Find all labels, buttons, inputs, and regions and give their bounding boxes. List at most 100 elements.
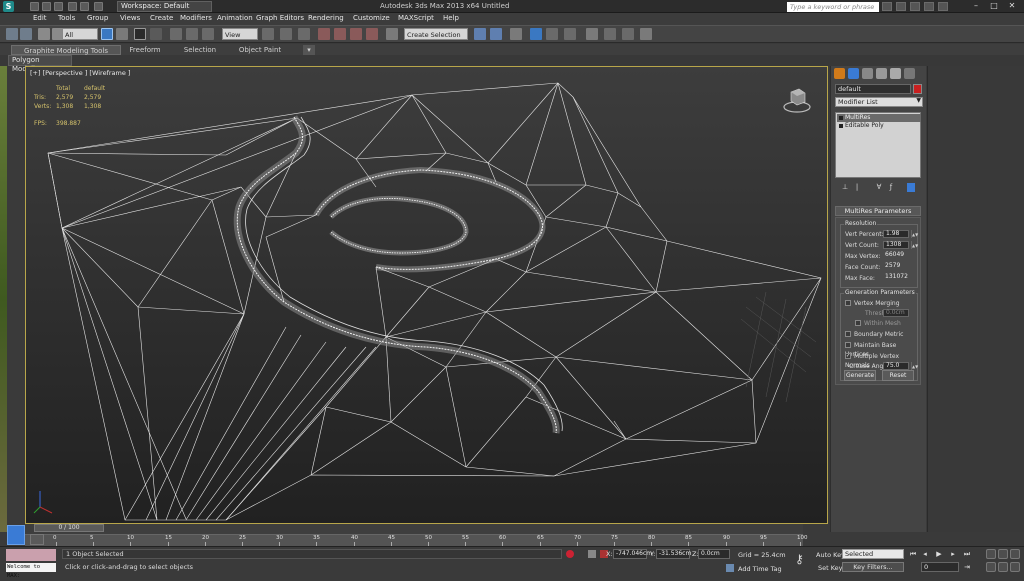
vert-count-spinner[interactable]: 1308 bbox=[883, 241, 909, 249]
spinner-arrows-icon[interactable]: ▲▼ bbox=[911, 362, 918, 370]
modifier-list-dropdown[interactable]: Modifier List ▼ bbox=[835, 97, 923, 107]
select-manipulate-icon[interactable] bbox=[280, 28, 292, 40]
redo-toolbar-icon[interactable] bbox=[20, 28, 32, 40]
render-setup-icon[interactable] bbox=[604, 28, 616, 40]
communication-icon[interactable] bbox=[910, 2, 920, 11]
key-icon[interactable]: ⚷ bbox=[795, 552, 811, 568]
lightbulb-icon[interactable] bbox=[839, 116, 843, 120]
named-selection-dropdown[interactable]: Create Selection Se bbox=[404, 28, 468, 51]
boundary-metric-row[interactable]: Boundary Metric bbox=[845, 330, 919, 339]
ribbon-options-icon[interactable]: ▾ bbox=[303, 45, 315, 55]
tab-object-paint[interactable]: Object Paint bbox=[235, 45, 285, 55]
link-icon[interactable] bbox=[38, 28, 50, 40]
perspective-viewport[interactable]: [+] [Perspective ] [Wireframe ] Total de… bbox=[25, 66, 828, 524]
stack-item-multires[interactable]: MultiRes bbox=[837, 114, 921, 122]
key-mode-toggle-icon[interactable]: ⇥ bbox=[962, 562, 972, 572]
select-move-icon[interactable] bbox=[170, 28, 182, 40]
menu-help[interactable]: Help bbox=[443, 14, 459, 22]
maintain-base-checkbox[interactable] bbox=[845, 342, 851, 348]
close-icon[interactable]: ✕ bbox=[1005, 0, 1019, 11]
reset-button[interactable]: Reset bbox=[882, 370, 914, 381]
isolate-selection-icon[interactable] bbox=[588, 550, 596, 558]
display-tab-icon[interactable] bbox=[890, 68, 901, 79]
configure-sets-icon[interactable] bbox=[907, 183, 915, 192]
maxscript-welcome[interactable]: Welcome to MAX: bbox=[6, 563, 56, 579]
binoculars-icon[interactable] bbox=[882, 2, 892, 11]
curve-editor-icon[interactable] bbox=[546, 28, 558, 40]
time-slider[interactable] bbox=[25, 524, 803, 534]
menu-group[interactable]: Group bbox=[87, 14, 108, 22]
object-color-swatch[interactable] bbox=[913, 84, 922, 94]
snaps-toggle-icon[interactable] bbox=[318, 28, 330, 40]
utilities-tab-icon[interactable] bbox=[904, 68, 915, 79]
subscription-icon[interactable] bbox=[896, 2, 906, 11]
spinner-arrows-icon[interactable]: ▲▼ bbox=[911, 230, 918, 238]
spinner-snap-icon[interactable] bbox=[366, 28, 378, 40]
rectangular-selection-icon[interactable] bbox=[134, 28, 146, 40]
object-name-field[interactable]: default bbox=[835, 84, 911, 94]
menu-modifiers[interactable]: Modifiers bbox=[180, 14, 212, 22]
menu-edit[interactable]: Edit bbox=[33, 14, 47, 22]
maximize-viewport-icon[interactable] bbox=[1010, 562, 1020, 572]
current-frame-field[interactable]: 0 bbox=[921, 562, 959, 572]
add-time-tag[interactable]: Add Time Tag bbox=[738, 565, 782, 573]
maintain-base-row[interactable]: Maintain Base Vertices bbox=[845, 341, 919, 358]
pin-stack-icon[interactable]: ⊥ bbox=[841, 183, 849, 192]
threshold-spinner[interactable]: 0.0cm bbox=[883, 309, 909, 317]
keyboard-shortcut-icon[interactable] bbox=[298, 28, 310, 40]
menu-customize[interactable]: Customize bbox=[353, 14, 390, 22]
zoom-all-icon[interactable] bbox=[998, 549, 1008, 559]
viewport-label[interactable]: [+] [Perspective ] [Wireframe ] bbox=[30, 69, 130, 77]
x-coordinate-field[interactable]: -747.046cm bbox=[613, 549, 652, 559]
create-tab-icon[interactable] bbox=[834, 68, 845, 79]
menu-create[interactable]: Create bbox=[150, 14, 173, 22]
motion-tab-icon[interactable] bbox=[876, 68, 887, 79]
polygon-modeling-panel[interactable]: Polygon Modeling bbox=[8, 55, 72, 73]
undo-icon[interactable] bbox=[68, 2, 77, 11]
make-unique-icon[interactable]: ∀ bbox=[875, 183, 883, 192]
align-icon[interactable] bbox=[490, 28, 502, 40]
expand-icon[interactable] bbox=[839, 124, 843, 128]
boundary-metric-checkbox[interactable] bbox=[845, 331, 851, 337]
key-filters-button[interactable]: Key Filters... bbox=[842, 562, 904, 572]
selection-filter-dropdown[interactable]: All bbox=[62, 28, 98, 40]
menu-views[interactable]: Views bbox=[120, 14, 140, 22]
select-by-name-icon[interactable] bbox=[116, 28, 128, 40]
menu-animation[interactable]: Animation bbox=[217, 14, 253, 22]
lock-selection-icon[interactable] bbox=[566, 550, 574, 558]
material-editor-icon[interactable] bbox=[586, 28, 598, 40]
rollout-header[interactable]: MultiRes Parameters bbox=[835, 206, 921, 216]
set-key-button[interactable]: Set Key bbox=[818, 564, 843, 572]
trackbar-key-icon[interactable] bbox=[30, 534, 44, 545]
menu-tools[interactable]: Tools bbox=[58, 14, 75, 22]
menu-rendering[interactable]: Rendering bbox=[308, 14, 344, 22]
mini-curve-editor-icon[interactable] bbox=[7, 525, 25, 545]
previous-frame-icon[interactable]: ◂ bbox=[920, 549, 930, 559]
reference-coord-dropdown[interactable]: View bbox=[222, 28, 258, 40]
select-scale-icon[interactable] bbox=[202, 28, 214, 40]
play-icon[interactable]: ▶ bbox=[934, 549, 944, 559]
select-rotate-icon[interactable] bbox=[186, 28, 198, 40]
generate-button[interactable]: Generate bbox=[844, 370, 876, 381]
minimize-icon[interactable]: – bbox=[969, 0, 983, 11]
auto-key-button[interactable]: Auto Key bbox=[816, 551, 845, 559]
angle-snap-icon[interactable] bbox=[334, 28, 346, 40]
tab-graphite-modeling-tools[interactable]: Graphite Modeling Tools bbox=[11, 45, 121, 55]
key-mode-dropdown[interactable]: Selected bbox=[842, 549, 904, 559]
pivot-center-icon[interactable] bbox=[262, 28, 274, 40]
search-input[interactable]: Type a keyword or phrase bbox=[787, 2, 879, 12]
tab-freeform[interactable]: Freeform bbox=[125, 45, 165, 55]
vertex-merging-checkbox[interactable] bbox=[845, 300, 851, 306]
tab-selection[interactable]: Selection bbox=[180, 45, 220, 55]
app-logo-icon[interactable]: S bbox=[3, 1, 14, 12]
show-end-result-icon[interactable]: | bbox=[853, 183, 861, 192]
maxscript-listener-mini[interactable] bbox=[6, 549, 56, 561]
time-tag-icon[interactable] bbox=[726, 564, 734, 572]
within-mesh-row[interactable]: Within Mesh bbox=[845, 319, 919, 328]
undo-toolbar-icon[interactable] bbox=[6, 28, 18, 40]
within-mesh-checkbox[interactable] bbox=[855, 320, 861, 326]
menu-graph-editors[interactable]: Graph Editors bbox=[256, 14, 304, 22]
vertex-merging-row[interactable]: Vertex Merging bbox=[845, 299, 919, 308]
project-folder-icon[interactable] bbox=[94, 2, 103, 11]
render-production-icon[interactable] bbox=[640, 28, 652, 40]
